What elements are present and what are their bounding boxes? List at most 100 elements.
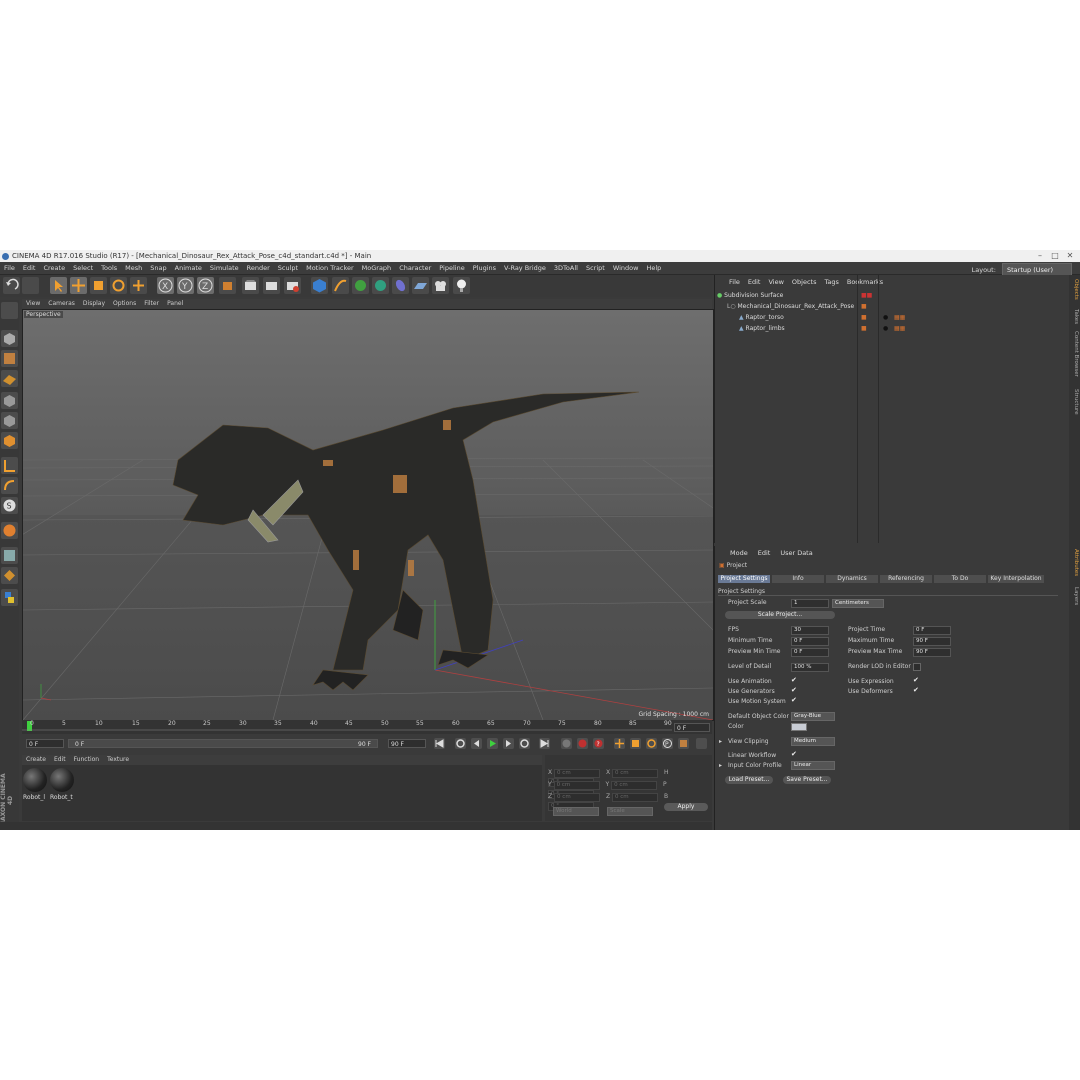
viewport-menu-panel[interactable]: Panel xyxy=(163,299,187,309)
key-pla-icon[interactable] xyxy=(678,738,689,749)
menu-motion-tracker[interactable]: Motion Tracker xyxy=(302,262,358,274)
viewport-menu-view[interactable]: View xyxy=(22,299,44,309)
attribute-menu-mode[interactable]: Mode xyxy=(725,548,753,558)
object-row-raptor-limbs[interactable]: ▲ Raptor_limbs ■ ● ▦▦ xyxy=(717,324,1069,334)
fps-field[interactable]: 30 xyxy=(791,626,829,635)
minimum-time-field[interactable]: 0 F xyxy=(791,637,829,646)
next-frame-icon[interactable] xyxy=(503,738,514,749)
attribute-menu-edit[interactable]: Edit xyxy=(753,548,776,558)
size-z-field[interactable]: 0 cm xyxy=(612,793,659,802)
coord-mode-dropdown[interactable]: World xyxy=(553,807,599,816)
rotate-tool-icon[interactable] xyxy=(110,277,127,294)
menu-mograph[interactable]: MoGraph xyxy=(358,262,396,274)
python-icon[interactable] xyxy=(1,589,18,606)
snap-icon[interactable]: S xyxy=(1,497,18,514)
key-parameter-icon[interactable]: P xyxy=(662,738,673,749)
project-time-field[interactable]: 0 F xyxy=(913,626,951,635)
expand-arrow-icon[interactable]: ▸ xyxy=(719,762,722,769)
use-generators-checkbox[interactable]: ✔ xyxy=(791,686,797,694)
redo-icon[interactable] xyxy=(22,277,39,294)
layer-color-icon[interactable]: ■ xyxy=(861,324,867,334)
go-to-start-icon[interactable] xyxy=(434,738,445,749)
menu-edit[interactable]: Edit xyxy=(19,262,40,274)
cube-primitive-icon[interactable] xyxy=(311,277,328,294)
side-tab-objects[interactable]: Objects xyxy=(1070,279,1079,300)
material-menu-function[interactable]: Function xyxy=(70,755,104,765)
previous-frame-icon[interactable] xyxy=(471,738,482,749)
tab-dynamics[interactable]: Dynamics xyxy=(826,575,878,583)
menu-select[interactable]: Select xyxy=(69,262,97,274)
light-icon[interactable] xyxy=(453,277,470,294)
camera-icon[interactable] xyxy=(432,277,449,294)
auto-key-icon[interactable] xyxy=(577,738,588,749)
maximum-time-field[interactable]: 90 F xyxy=(913,637,951,646)
input-color-profile-dropdown[interactable]: Linear xyxy=(791,761,835,770)
menu-pipeline[interactable]: Pipeline xyxy=(435,262,468,274)
material-menu-create[interactable]: Create xyxy=(22,755,50,765)
side-tab-structure[interactable]: Structure xyxy=(1070,389,1079,415)
texture-tag-icon[interactable]: ▦▦ xyxy=(894,313,905,323)
object-row-subdivision-surface[interactable]: ● Subdivision Surface ■■ xyxy=(717,291,1069,301)
magnet-icon[interactable] xyxy=(1,522,18,539)
menu-render[interactable]: Render xyxy=(243,262,274,274)
menu-tools[interactable]: Tools xyxy=(97,262,121,274)
timeline-ruler[interactable]: 0 5 10 15 20 25 30 35 40 45 50 55 60 65 … xyxy=(22,720,712,734)
layer-color-icon[interactable]: ■ xyxy=(861,302,867,312)
menu-simulate[interactable]: Simulate xyxy=(206,262,243,274)
coord-size-mode-dropdown[interactable]: Scale xyxy=(607,807,653,816)
expand-arrow-icon[interactable]: ▸ xyxy=(719,738,722,745)
start-frame-field[interactable]: 0 F xyxy=(26,739,64,748)
tab-to-do[interactable]: To Do xyxy=(934,575,986,583)
side-tab-attributes[interactable]: Attributes xyxy=(1070,549,1079,576)
position-x-field[interactable]: 0 cm xyxy=(554,769,601,778)
use-expression-checkbox[interactable]: ✔ xyxy=(913,676,919,684)
subdivision-surface-icon[interactable] xyxy=(352,277,369,294)
material-menu-edit[interactable]: Edit xyxy=(50,755,70,765)
scale-project-button[interactable]: Scale Project... xyxy=(725,611,835,619)
end-frame-field[interactable]: 90 F xyxy=(388,739,426,748)
object-row-raptor-torso[interactable]: ▲ Raptor_torso ■ ● ▦▦ xyxy=(717,313,1069,323)
material-menu-texture[interactable]: Texture xyxy=(103,755,133,765)
project-scale-unit-dropdown[interactable]: Centimeters xyxy=(832,599,884,608)
coordinate-system-icon[interactable] xyxy=(219,277,236,294)
key-rotation-icon[interactable] xyxy=(646,738,657,749)
menu-character[interactable]: Character xyxy=(395,262,435,274)
menu-3dtoall[interactable]: 3DToAll xyxy=(550,262,582,274)
solo-icon[interactable] xyxy=(1,567,18,584)
current-frame-field[interactable]: 0 F xyxy=(674,723,710,732)
texture-tag-icon[interactable]: ▦▦ xyxy=(894,324,905,334)
level-of-detail-field[interactable]: 100 % xyxy=(791,663,829,672)
tweak-mode-icon[interactable] xyxy=(1,477,18,494)
undo-icon[interactable] xyxy=(3,277,20,294)
side-tab-content-browser[interactable]: Content Browser xyxy=(1070,331,1079,377)
object-menu-objects[interactable]: Objects xyxy=(788,277,821,287)
model-mode-icon[interactable] xyxy=(1,330,18,347)
workplane-mode-icon[interactable] xyxy=(1,370,18,387)
linear-workflow-checkbox[interactable]: ✔ xyxy=(791,750,797,758)
side-tab-layers[interactable]: Layers xyxy=(1070,587,1079,605)
move-tool-icon[interactable] xyxy=(70,277,87,294)
load-preset-button[interactable]: Load Preset... xyxy=(725,776,773,784)
project-scale-field[interactable]: 1 xyxy=(791,599,829,608)
attribute-menu-user-data[interactable]: User Data xyxy=(775,548,817,558)
live-selection-icon[interactable] xyxy=(130,277,147,294)
menu-mesh[interactable]: Mesh xyxy=(121,262,146,274)
material-swatch-robot-t[interactable] xyxy=(50,768,74,792)
viewport-menu-display[interactable]: Display xyxy=(79,299,109,309)
color-swatch[interactable] xyxy=(791,723,807,731)
next-key-icon[interactable] xyxy=(519,738,530,749)
material-tag-icon[interactable]: ● xyxy=(883,324,888,334)
select-tool-icon[interactable] xyxy=(50,277,67,294)
camera-label[interactable]: Perspective xyxy=(24,311,63,318)
position-z-field[interactable]: 0 cm xyxy=(554,793,601,802)
apply-button[interactable]: Apply xyxy=(664,803,708,811)
tab-key-interpolation[interactable]: Key Interpolation xyxy=(988,575,1044,583)
array-icon[interactable] xyxy=(372,277,389,294)
menu-window[interactable]: Window xyxy=(609,262,643,274)
texture-mode-icon[interactable] xyxy=(1,350,18,367)
object-menu-view[interactable]: View xyxy=(764,277,787,287)
render-settings-icon[interactable] xyxy=(284,277,301,294)
object-menu-edit[interactable]: Edit xyxy=(744,277,765,287)
menu-file[interactable]: File xyxy=(0,262,19,274)
position-y-field[interactable]: 0 cm xyxy=(553,781,600,790)
